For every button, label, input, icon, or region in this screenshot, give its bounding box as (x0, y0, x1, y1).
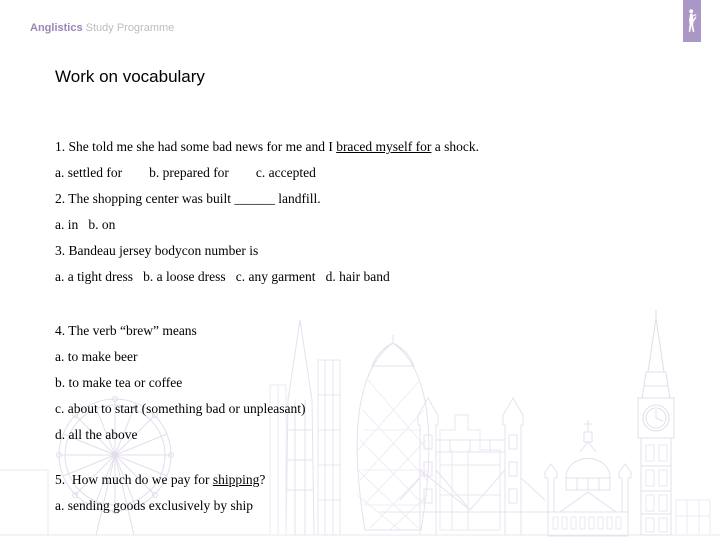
question-4-option-c: c. about to start (something bad or unpl… (55, 401, 306, 416)
question-5-option-a: a. sending goods exclusively by ship (55, 498, 253, 513)
question-3-options: a. a tight dress b. a loose dress c. any… (55, 269, 390, 284)
question-2: 2. The shopping center was built ______ … (55, 191, 321, 206)
question-5-underlined: shipping (212, 472, 260, 487)
question-5-text-post: ? (259, 472, 266, 487)
logo-block (683, 0, 701, 42)
brand-title: Anglistics Study Programme (30, 22, 174, 35)
question-4-option-a: a. to make beer (55, 349, 138, 364)
question-1-options: a. settled for b. prepared for c. accept… (55, 165, 316, 180)
page-title: Work on vocabulary (55, 67, 205, 86)
question-1-text-pre: 1. She told me she had some bad news for… (55, 139, 337, 154)
question-1: 1. She told me she had some bad news for… (55, 140, 675, 154)
question-4-option-b: b. to make tea or coffee (55, 375, 183, 390)
question-1-underlined: braced myself for (336, 139, 432, 154)
question-2-options: a. in b. on (55, 217, 116, 232)
question-5-text-pre: 5. How much do we pay for (55, 472, 213, 487)
question-4: 4. The verb “brew” means (55, 323, 197, 338)
question-4-option-d: d. all the above (55, 427, 138, 442)
question-3: 3. Bandeau jersey bodycon number is (55, 243, 259, 258)
brand-bar: Anglistics Study Programme (0, 0, 720, 44)
quiz-content: 1. She told me she had some bad news for… (55, 140, 675, 525)
brand-subtitle: Study Programme (82, 22, 175, 34)
brand-name: Anglistics (30, 22, 83, 34)
question-1-text-post: a shock. (431, 139, 480, 154)
walking-person-icon (688, 9, 697, 33)
question-5: 5. How much do we pay for shipping? (55, 473, 675, 487)
